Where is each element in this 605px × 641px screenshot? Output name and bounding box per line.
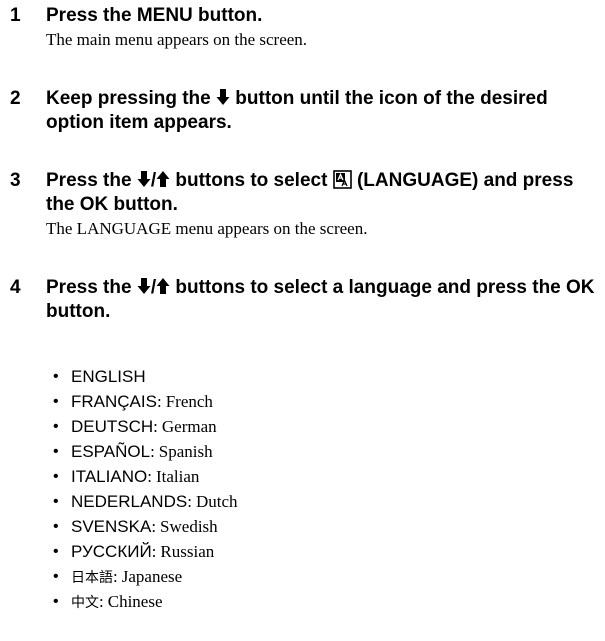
language-english-name: Italian [155,467,200,486]
language-english-name: German [161,417,217,436]
list-item: • NEDERLANDS: Dutch [53,489,237,514]
language-name: SVENSKA [71,517,152,536]
bullet: • [53,568,59,585]
language-separator: : [99,592,104,611]
up-arrow-icon [156,278,170,294]
language-name: FRANÇAIS [71,392,157,411]
step-number: 1 [10,5,21,26]
step-heading: Press the / buttons to select a language… [46,276,600,324]
list-item: • РУССКИЙ: Russian [53,539,237,564]
bullet: • [53,443,59,460]
step-heading: Keep pressing the button until the icon … [46,87,600,135]
language-name: ITALIANO [71,467,148,486]
step-heading: Press the MENU button. [46,4,600,28]
language-separator: : [113,567,118,586]
bullet: • [53,543,59,560]
language-english-name: Russian [160,542,215,561]
list-item: • ESPAÑOL: Spanish [53,439,237,464]
bullet: • [53,593,59,610]
language-name: РУССКИЙ [71,542,152,561]
step-heading-text: buttons to select [175,170,328,191]
language-name: ESPAÑOL [71,442,151,461]
step-heading: Press the / buttons to select (LANGUAGE)… [46,169,600,217]
language-separator: : [151,517,157,536]
language-separator: : [187,492,192,511]
bullet: • [53,468,59,485]
bullet: • [53,518,59,535]
language-english-name: Dutch [195,492,238,511]
language-english-name: Spanish [158,442,213,461]
step-number: 2 [10,88,21,109]
instruction-page: 1 Press the MENU button. The main menu a… [0,0,605,641]
language-name: ENGLISH [71,367,146,386]
language-english-name: Japanese [121,567,183,586]
language-name: 中文 [71,594,99,610]
step-heading-text: Press the [46,170,132,191]
language-separator: : [156,392,162,411]
down-arrow-icon [137,171,151,187]
list-item: • ITALIANO: Italian [53,464,237,489]
step-heading-text: Press the [46,277,132,298]
language-separator: : [150,442,155,461]
bullet: • [53,418,59,435]
list-item: • DEUTSCH: German [53,414,237,439]
language-name: 日本語 [71,569,113,585]
step-heading-text: Press the MENU button. [46,5,263,26]
step-description: The LANGUAGE menu appears on the screen. [46,219,368,238]
down-arrow-icon [137,278,151,294]
step-description: The main menu appears on the screen. [46,30,308,49]
language-english-name: Chinese [107,592,163,611]
list-item: • 日本語: Japanese [53,564,237,589]
language-name: NEDERLANDS [71,492,188,511]
bullet: • [53,368,59,385]
list-item: • ENGLISH [53,364,237,389]
list-item: • FRANÇAIS: French [53,389,237,414]
step-number: 4 [10,277,21,298]
language-name: DEUTSCH [71,417,154,436]
language-separator: : [151,542,157,561]
step-number: 3 [10,170,21,191]
language-english-name: Swedish [160,517,218,536]
language-list: • ENGLISH • FRANÇAIS: French • DEUTSCH: Ger… [53,364,237,614]
language-separator: : [153,417,158,436]
language-icon [332,170,352,189]
bullet: • [53,493,59,510]
step-heading-text: Keep pressing the [46,88,211,109]
up-arrow-icon [156,171,170,187]
bullet: • [53,393,59,410]
language-english-name: French [165,392,213,411]
down-arrow-icon [216,89,230,105]
language-separator: : [147,467,152,486]
list-item: • SVENSKA: Swedish [53,514,237,539]
list-item: • 中文: Chinese [53,589,237,614]
